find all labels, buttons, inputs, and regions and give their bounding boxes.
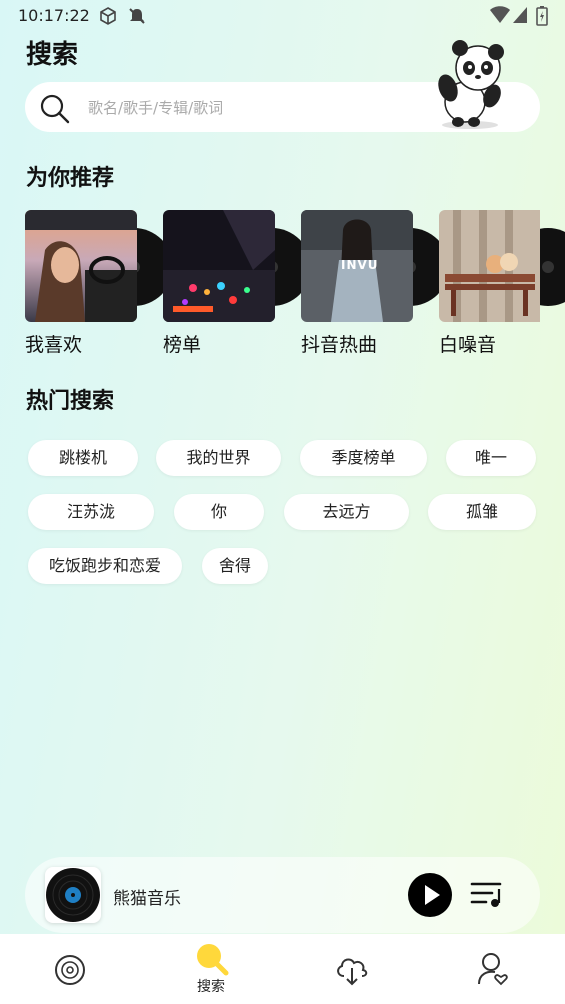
nav-item-search[interactable]: 搜索 bbox=[171, 934, 251, 1004]
recommend-section-title: 为你推荐 bbox=[26, 166, 115, 191]
search-icon bbox=[197, 944, 229, 976]
nav-item-music[interactable] bbox=[30, 934, 110, 1004]
playlist-card-douyin[interactable]: INVU 抖音热曲 bbox=[301, 210, 449, 360]
hot-search-tag[interactable]: 舍得 bbox=[202, 548, 268, 584]
notification-off-icon bbox=[129, 8, 145, 24]
cover-image bbox=[439, 210, 540, 322]
cover-image bbox=[25, 210, 137, 322]
search-placeholder: 歌名/歌手/专辑/歌词 bbox=[88, 99, 224, 117]
card-label: 抖音热曲 bbox=[301, 334, 378, 356]
search-icon bbox=[40, 94, 70, 124]
disc-icon bbox=[55, 955, 85, 985]
status-time: 10:17:22 bbox=[18, 6, 90, 25]
cloud-download-icon bbox=[337, 958, 368, 986]
card-label: 榜单 bbox=[163, 334, 202, 356]
battery-icon bbox=[536, 6, 548, 26]
hot-search-section-title: 热门搜索 bbox=[26, 389, 115, 414]
bottom-nav: 搜索 bbox=[0, 934, 565, 1004]
playlist-card-charts[interactable]: 榜单 bbox=[163, 210, 311, 360]
cover-image bbox=[163, 210, 275, 322]
cover-image: INVU bbox=[301, 210, 413, 322]
card-label: 白噪音 bbox=[439, 334, 497, 356]
signal-icon bbox=[513, 7, 527, 23]
hot-search-tag[interactable]: 我的世界 bbox=[156, 440, 281, 476]
card-label: 我喜欢 bbox=[25, 334, 83, 356]
mini-player[interactable]: 熊猫音乐 bbox=[25, 857, 540, 933]
playlist-card-favorites[interactable]: 我喜欢 bbox=[25, 210, 173, 360]
nav-item-profile[interactable] bbox=[453, 934, 533, 1004]
hot-search-tag[interactable]: 去远方 bbox=[284, 494, 409, 530]
hot-search-tag[interactable]: 你 bbox=[174, 494, 264, 530]
hot-search-tag[interactable]: 孤雏 bbox=[428, 494, 536, 530]
page-title: 搜索 bbox=[26, 40, 79, 70]
hot-search-tag[interactable]: 吃饭跑步和恋爱 bbox=[28, 548, 182, 584]
cube-icon bbox=[100, 7, 116, 25]
nav-item-download[interactable] bbox=[312, 934, 392, 1004]
hot-search-tag[interactable]: 季度榜单 bbox=[300, 440, 427, 476]
hot-search-tag[interactable]: 唯一 bbox=[446, 440, 536, 476]
nav-label: 搜索 bbox=[197, 979, 225, 995]
playlist-card-white-noise[interactable]: 白噪音 bbox=[439, 210, 565, 360]
playlist-icon[interactable] bbox=[470, 881, 504, 909]
vinyl-record-icon bbox=[46, 868, 100, 922]
player-track-title: 熊猫音乐 bbox=[113, 889, 181, 909]
player-album-art bbox=[45, 867, 101, 923]
hot-search-tag[interactable]: 汪苏泷 bbox=[28, 494, 154, 530]
play-button[interactable] bbox=[408, 873, 452, 917]
hot-search-tag[interactable]: 跳楼机 bbox=[28, 440, 138, 476]
play-icon bbox=[425, 885, 440, 905]
panda-mascot bbox=[438, 40, 504, 129]
wifi-icon bbox=[490, 6, 510, 23]
status-bar: 10:17:22 bbox=[0, 0, 565, 32]
cover-text: INVU bbox=[341, 258, 379, 272]
user-heart-icon bbox=[478, 953, 508, 986]
